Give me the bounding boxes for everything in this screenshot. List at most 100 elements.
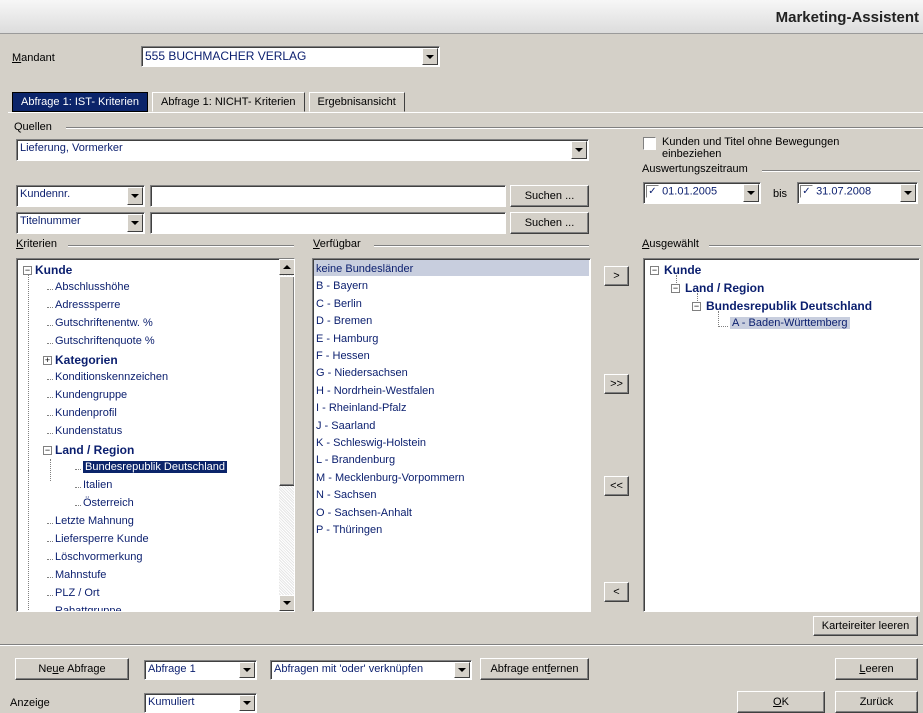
display-select[interactable]: Kumuliert [144, 693, 257, 713]
tree-item[interactable]: Liefersperre Kunde [55, 533, 149, 545]
tree-item[interactable]: Mahnstufe [55, 569, 106, 581]
join-select-value: Abfragen mit 'oder' verknüpfen [274, 663, 424, 675]
list-item[interactable]: N - Sachsen [316, 489, 377, 501]
chevron-down-icon[interactable] [239, 662, 255, 678]
tree-item[interactable]: Rabattgruppe [55, 605, 122, 611]
tree-item[interactable]: Kundengruppe [55, 389, 127, 401]
list-item[interactable]: L - Brandenburg [316, 454, 395, 466]
list-item[interactable]: D - Bremen [316, 315, 372, 327]
to-date-picker[interactable]: ✓ 31.07.2008 [797, 182, 918, 204]
scroll-up-icon[interactable] [279, 259, 294, 275]
list-item[interactable]: O - Sachsen-Anhalt [316, 507, 412, 519]
collapse-icon[interactable]: − [650, 266, 659, 275]
add-all-button[interactable]: >> [604, 374, 629, 394]
chevron-down-icon[interactable] [127, 187, 143, 205]
collapse-icon[interactable]: − [43, 446, 52, 455]
query-select[interactable]: Abfrage 1 [144, 660, 257, 680]
search-button-1[interactable]: Suchen ... [510, 185, 589, 207]
list-item[interactable]: M - Mecklenburg-Vorpommern [316, 472, 465, 484]
tree-item[interactable]: Kunde [35, 263, 72, 277]
tree-item[interactable]: Österreich [83, 497, 134, 509]
tree-item[interactable]: Bundesrepublik Deutschland [706, 299, 872, 313]
tree-item[interactable]: Kategorien [55, 353, 118, 367]
search-input-1[interactable] [150, 185, 506, 207]
tree-guide [47, 433, 53, 434]
tree-item[interactable]: Löschvormerkung [55, 551, 142, 563]
list-item[interactable]: P - Thüringen [316, 524, 382, 536]
collapse-icon[interactable]: − [671, 284, 680, 293]
chevron-down-icon[interactable] [239, 695, 255, 711]
list-item[interactable]: F - Hessen [316, 350, 370, 362]
tree-item[interactable]: Italien [83, 479, 112, 491]
remove-query-button[interactable]: Abfrage ent f ernen [480, 658, 589, 680]
list-item[interactable]: E - Hamburg [316, 333, 378, 345]
tree-item[interactable]: Kundenprofil [55, 407, 117, 419]
clear-button[interactable]: Leeren [835, 658, 918, 680]
tab-ist-kriterien[interactable]: Abfrage 1: IST- Kriterien [12, 92, 148, 112]
scroll-down-icon[interactable] [279, 595, 294, 611]
tree-item[interactable]: A - Baden-Württemberg [730, 317, 850, 329]
list-item[interactable]: I - Rheinland-Pfalz [316, 402, 407, 414]
search-button-2[interactable]: Suchen ... [510, 212, 589, 234]
tree-guide [75, 469, 81, 470]
no-movement-label: Kunden und Titel ohne Bewegungen einbezi… [662, 136, 840, 160]
from-date-picker[interactable]: ✓ 01.01.2005 [643, 182, 761, 204]
ausgewaehlt-tree[interactable]: − Kunde − Land / Region − Bundesrepublik Deut… [643, 258, 920, 612]
expand-icon[interactable]: + [43, 356, 52, 365]
remove-button[interactable]: < [604, 582, 629, 602]
tree-item-label: Kategorien [55, 353, 118, 367]
tab-ergebnisansicht[interactable]: Ergebnisansicht [308, 92, 405, 112]
tab-nicht-kriterien[interactable]: Abfrage 1: NICHT- Kriterien [152, 92, 305, 112]
tree-guide [47, 415, 53, 416]
tree-item[interactable]: Land / Region [685, 281, 764, 295]
calendar-dropdown-icon[interactable] [900, 184, 916, 202]
tree-item-label: Liefersperre Kunde [55, 533, 149, 545]
tree-item[interactable]: PLZ / Ort [55, 587, 100, 599]
clear-tab-button[interactable]: Karteireiter leeren [813, 616, 918, 636]
tree-item[interactable]: Kunde [664, 263, 701, 277]
search-field-select-1[interactable]: Kundennr. [16, 185, 145, 207]
tree-item[interactable]: Bundesrepublik Deutschland [83, 461, 228, 473]
tree-item[interactable]: Abschlusshöhe [55, 281, 130, 293]
kriterien-tree[interactable]: − Kunde Abschlusshöhe Adresssperre Gutschrif… [16, 258, 295, 612]
calendar-dropdown-icon[interactable] [743, 184, 759, 202]
chevron-down-icon[interactable] [127, 214, 143, 232]
list-item[interactable]: C - Berlin [316, 298, 362, 310]
tree-item[interactable]: Adresssperre [55, 299, 120, 311]
ok-button[interactable]: OK [737, 691, 825, 713]
add-button[interactable]: > [604, 266, 629, 286]
mandant-label: Mandant [12, 52, 55, 64]
mandant-select[interactable]: 555 BUCHMACHER VERLAG [141, 46, 440, 67]
from-date-checkbox[interactable]: ✓ [646, 185, 659, 198]
new-query-button[interactable]: Ne u e Abfrage [15, 658, 129, 680]
tree-item[interactable]: Letzte Mahnung [55, 515, 134, 527]
search-input-2[interactable] [150, 212, 506, 234]
tree-item[interactable]: Gutschriftenquote % [55, 335, 155, 347]
remove-all-button[interactable]: << [604, 476, 629, 496]
list-item[interactable]: H - Nordrhein-Westfalen [316, 385, 434, 397]
list-item[interactable]: J - Saarland [316, 420, 375, 432]
join-select[interactable]: Abfragen mit 'oder' verknüpfen [270, 660, 472, 680]
back-button[interactable]: Zurück [835, 691, 918, 713]
tree-item[interactable]: Kundenstatus [55, 425, 122, 437]
list-item[interactable]: G - Niedersachsen [316, 367, 408, 379]
tree-item[interactable]: Gutschriftenentw. % [55, 317, 153, 329]
quellen-select[interactable]: Lieferung, Vormerker [16, 139, 589, 161]
list-item[interactable]: K - Schleswig-Holstein [316, 437, 426, 449]
to-date-checkbox[interactable]: ✓ [800, 185, 813, 198]
scrollbar-thumb[interactable] [279, 276, 294, 486]
to-label: bis [773, 188, 788, 200]
chevron-down-icon[interactable] [454, 662, 470, 678]
list-item[interactable]: keine Bundesländer [316, 263, 413, 275]
tree-item[interactable]: Land / Region [55, 443, 134, 457]
chevron-down-icon[interactable] [571, 141, 587, 159]
collapse-icon[interactable]: − [23, 266, 32, 275]
no-movement-checkbox[interactable] [643, 137, 656, 150]
tree-item[interactable]: Konditionskennzeichen [55, 371, 168, 383]
list-item[interactable]: B - Bayern [316, 280, 368, 292]
collapse-icon[interactable]: − [692, 302, 701, 311]
chevron-down-icon[interactable] [422, 48, 438, 65]
verfuegbar-list[interactable]: keine Bundesländer B - Bayern C - Berlin D … [312, 258, 591, 612]
verfuegbar-label: Verfügbar [313, 238, 361, 250]
search-field-select-2[interactable]: Titelnummer [16, 212, 145, 234]
